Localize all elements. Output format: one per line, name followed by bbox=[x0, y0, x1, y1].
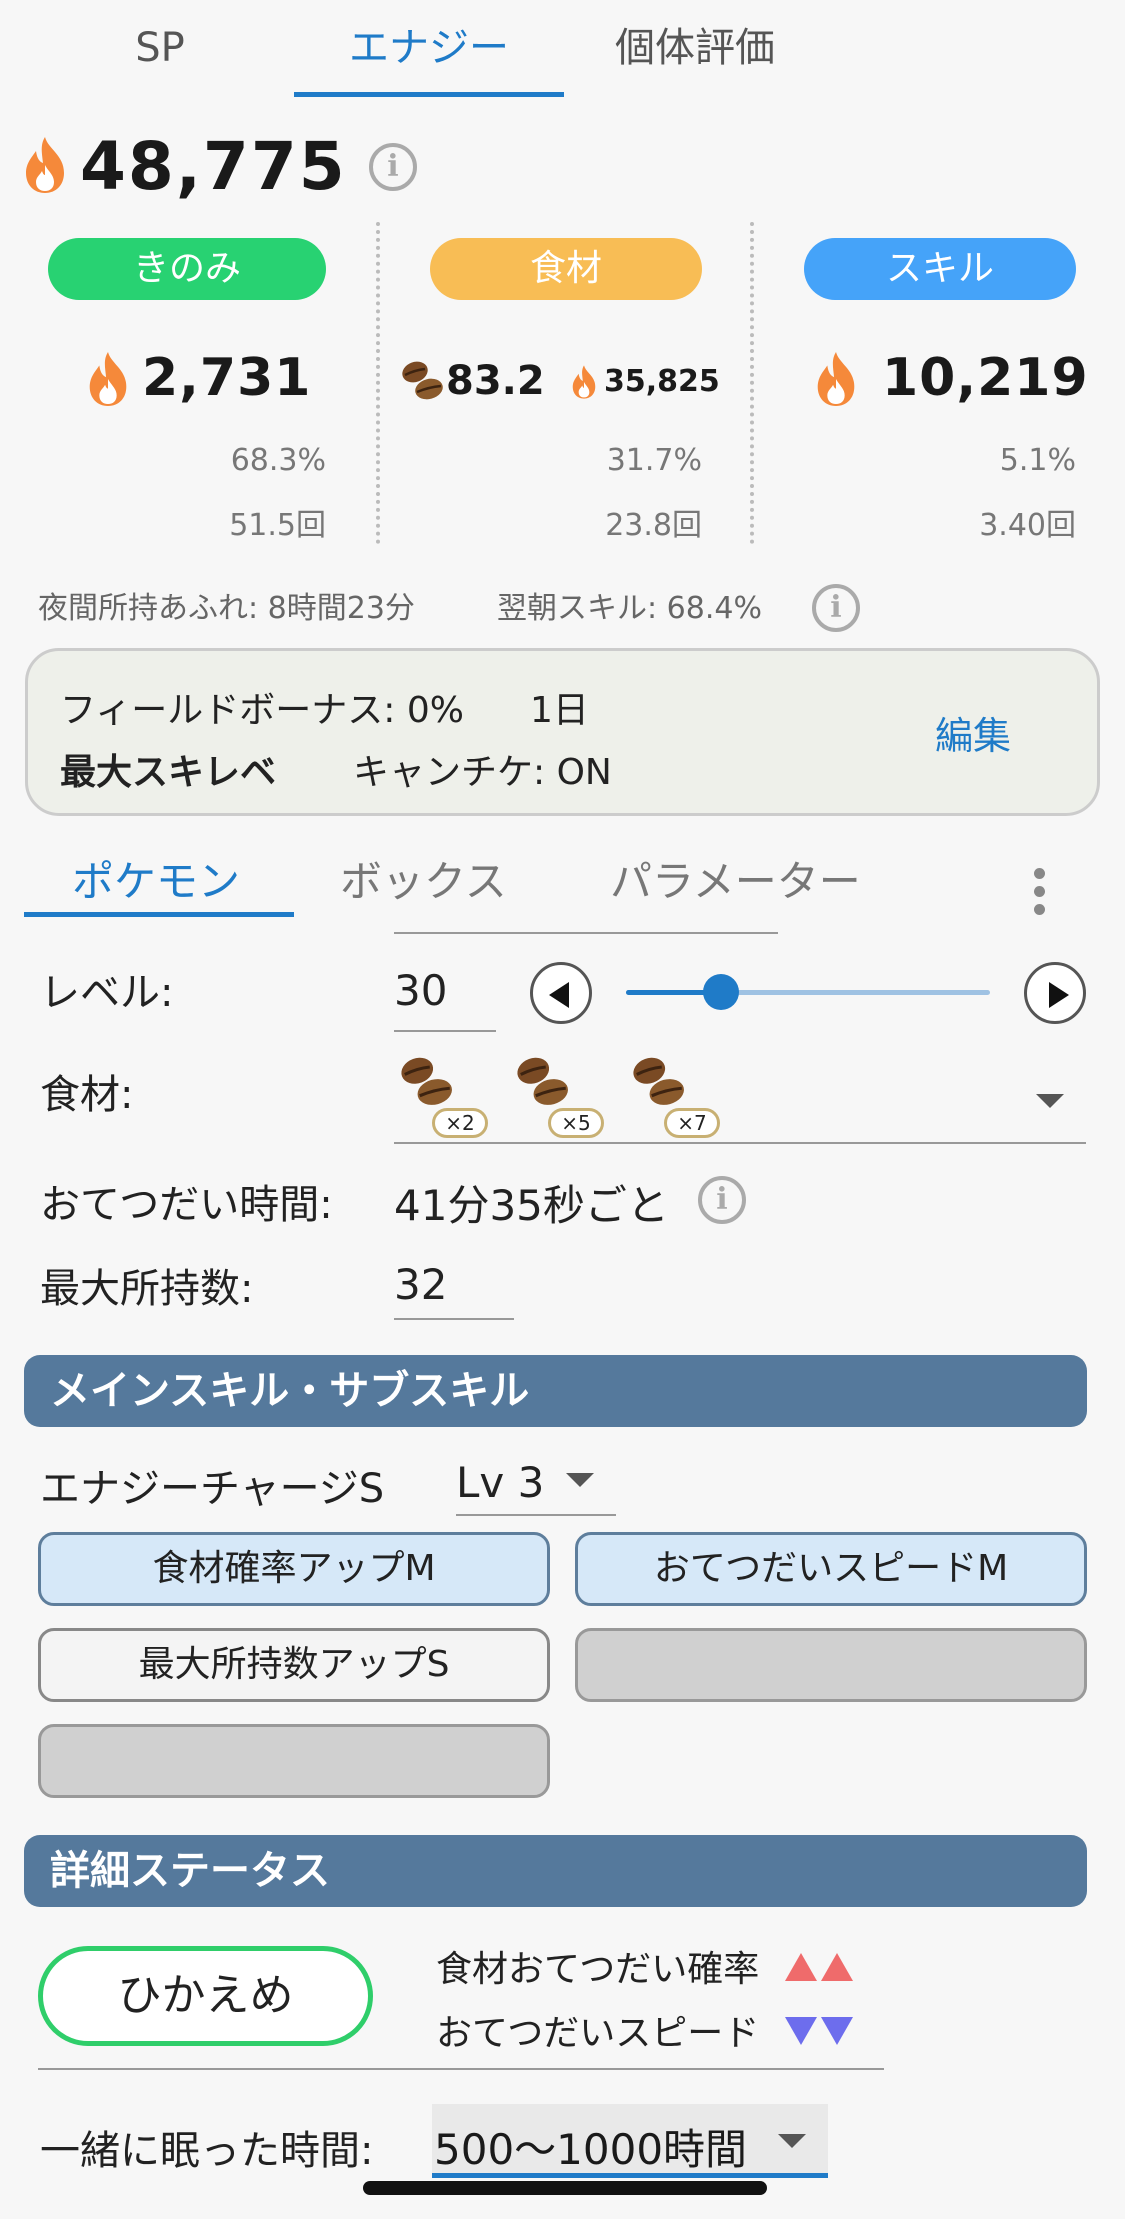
skill-percent: 5.1% bbox=[999, 443, 1076, 478]
sub-skill-button[interactable]: おてつだいスピードM bbox=[575, 1532, 1087, 1606]
sub-skill-empty-slot[interactable] bbox=[575, 1628, 1087, 1702]
tab-parameters[interactable]: パラメーター bbox=[610, 848, 861, 909]
skill-pill: スキル bbox=[804, 238, 1076, 300]
tab-energy[interactable]: エナジー bbox=[294, 18, 564, 78]
nature-up-label: 食材おてつだい確率 bbox=[436, 1949, 760, 1990]
sub-skill-button[interactable]: 最大所持数アップS bbox=[38, 1628, 550, 1702]
chevron-down-icon[interactable] bbox=[1036, 1094, 1064, 1108]
active-tab-indicator bbox=[294, 92, 564, 97]
sub-skill-empty-slot[interactable] bbox=[38, 1724, 550, 1798]
berry-pill: きのみ bbox=[48, 238, 326, 300]
ingredient-energy: 35,825 bbox=[604, 364, 720, 399]
flame-icon bbox=[817, 352, 855, 406]
ingredient-pill: 食材 bbox=[430, 238, 702, 300]
field-bonus: フィールドボーナス: 0% bbox=[60, 690, 464, 731]
up-arrow-icon bbox=[784, 1949, 857, 1990]
flame-icon bbox=[89, 352, 127, 406]
ingredient-percent: 31.7% bbox=[606, 443, 702, 478]
period: 1日 bbox=[530, 690, 589, 731]
sleep-time-value: 500〜1000時間 bbox=[434, 2125, 748, 2174]
tab-box[interactable]: ボックス bbox=[340, 848, 507, 909]
info-icon[interactable]: i bbox=[698, 1176, 746, 1224]
ingredient-multiplier: ×5 bbox=[548, 1108, 604, 1138]
flame-icon bbox=[26, 137, 64, 193]
skill-energy: 10,219 bbox=[882, 348, 1089, 408]
ingredient-amount: 83.2 bbox=[446, 358, 545, 404]
ingredient-multiplier: ×7 bbox=[664, 1108, 720, 1138]
berry-energy: 2,731 bbox=[142, 348, 312, 408]
level-slider[interactable] bbox=[626, 974, 990, 1012]
active-subtab-indicator bbox=[24, 912, 294, 917]
more-menu-icon[interactable] bbox=[1034, 868, 1046, 922]
coffee-bean-icon bbox=[401, 1057, 452, 1105]
ingredient-count: 23.8回 bbox=[605, 508, 702, 543]
coffee-bean-icon bbox=[402, 361, 443, 400]
tab-individual-rating[interactable]: 個体評価 bbox=[590, 18, 800, 78]
chevron-down-icon[interactable] bbox=[566, 1473, 594, 1487]
settings-summary[interactable]: フィールドボーナス: 0% 1日 最大スキレベ キャンチケ: ON 編集 bbox=[25, 648, 1100, 816]
ingredient-label: 食材: bbox=[40, 1072, 134, 1118]
max-carry-input[interactable]: 32 bbox=[394, 1260, 447, 1309]
coffee-bean-icon bbox=[517, 1057, 568, 1105]
detail-section-header: 詳細ステータス bbox=[24, 1835, 1087, 1907]
total-energy: 48,775 bbox=[80, 128, 347, 205]
candy-ticket: キャンチケ: ON bbox=[353, 752, 612, 793]
main-skill-name: エナジーチャージS bbox=[40, 1466, 385, 1512]
chevron-down-icon bbox=[778, 2134, 806, 2148]
home-indicator[interactable] bbox=[363, 2181, 767, 2195]
berry-count: 51.5回 bbox=[229, 508, 326, 543]
edit-button[interactable]: 編集 bbox=[935, 705, 1011, 760]
divider bbox=[38, 2068, 884, 2070]
coffee-bean-icon bbox=[633, 1057, 684, 1105]
nature-down-label: おてつだいスピード bbox=[436, 2013, 760, 2054]
down-arrow-icon bbox=[784, 2013, 857, 2054]
max-skill-level: 最大スキレベ bbox=[60, 752, 277, 793]
skills-section-header: メインスキル・サブスキル bbox=[24, 1355, 1087, 1427]
level-input-underline bbox=[394, 1030, 496, 1032]
morning-skill-note: 翌朝スキル: 68.4% bbox=[497, 591, 762, 626]
berry-percent: 68.3% bbox=[230, 443, 326, 478]
tab-sp[interactable]: SP bbox=[110, 18, 210, 78]
night-overflow-note: 夜間所持あふれ: 8時間23分 bbox=[38, 591, 415, 626]
help-time-value: 41分35秒ごと bbox=[394, 1181, 669, 1230]
skill-count: 3.40回 bbox=[979, 508, 1076, 543]
slider-thumb[interactable] bbox=[702, 974, 739, 1010]
ingredient-underline bbox=[394, 1142, 1086, 1144]
sleep-time-label: 一緒に眠った時間: bbox=[40, 2128, 374, 2174]
nature-button[interactable]: ひかえめ bbox=[38, 1946, 373, 2046]
max-carry-label: 最大所持数: bbox=[40, 1266, 254, 1312]
ingredient-multiplier: ×2 bbox=[432, 1108, 488, 1138]
main-skill-level-select[interactable]: Lv 3 bbox=[456, 1458, 544, 1507]
flame-icon bbox=[572, 365, 596, 399]
help-time-label: おてつだい時間: bbox=[40, 1182, 333, 1228]
tab-pokemon[interactable]: ポケモン bbox=[72, 848, 240, 909]
column-divider bbox=[376, 222, 380, 544]
info-icon[interactable]: i bbox=[812, 584, 860, 632]
column-divider bbox=[750, 222, 754, 544]
nature-up-effect: 食材おてつだい確率 bbox=[436, 1940, 857, 1992]
level-decrease-button[interactable] bbox=[530, 962, 592, 1024]
skill-level-underline bbox=[456, 1514, 616, 1516]
level-label: レベル: bbox=[40, 970, 174, 1016]
level-input[interactable]: 30 bbox=[394, 966, 447, 1015]
sub-skill-button[interactable]: 食材確率アップM bbox=[38, 1532, 550, 1606]
info-icon[interactable]: i bbox=[369, 143, 417, 191]
max-carry-underline bbox=[394, 1318, 514, 1320]
nature-down-effect: おてつだいスピード bbox=[436, 2004, 857, 2056]
field-underline bbox=[394, 932, 778, 934]
sleep-time-select[interactable]: 500〜1000時間 bbox=[432, 2104, 828, 2178]
level-increase-button[interactable] bbox=[1024, 962, 1086, 1024]
